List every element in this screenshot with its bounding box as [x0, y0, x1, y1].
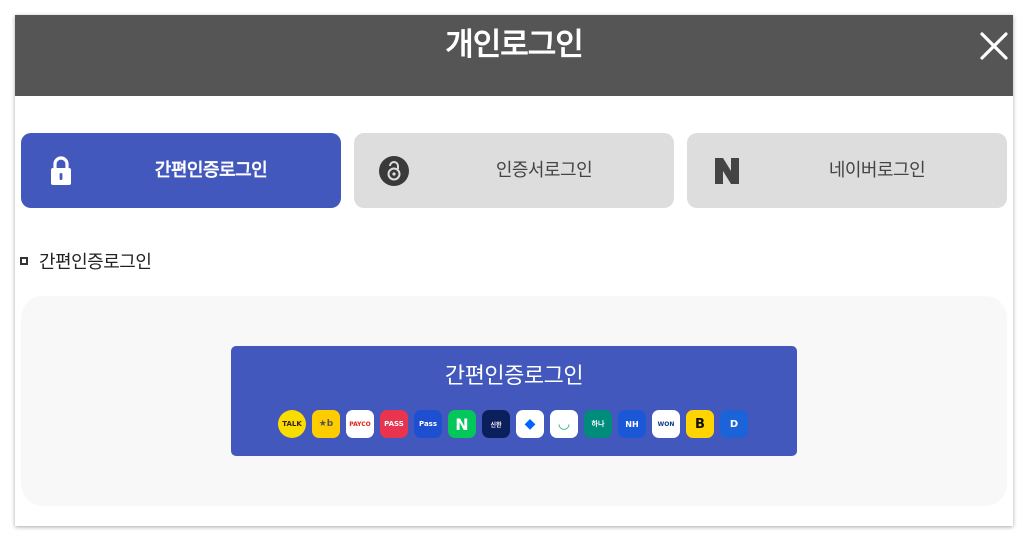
- kakaotalk-icon: TALK: [278, 410, 306, 438]
- login-method-tabs: 간편인증로그인 인증서로그인 네이버로그인: [21, 133, 1007, 208]
- section-heading-text: 간편인증로그인: [39, 252, 152, 273]
- section-heading: 간편인증로그인: [20, 250, 152, 276]
- simple-auth-login-button[interactable]: 간편인증로그인 TALK ★b PAYCO PASS Pass N 신한 ◆ ◡…: [231, 346, 797, 456]
- tab-certificate[interactable]: 인증서로그인: [354, 133, 674, 208]
- tab-simple-auth[interactable]: 간편인증로그인: [21, 133, 341, 208]
- toss-icon: ◆: [516, 410, 544, 438]
- tab-certificate-label: 인증서로그인: [495, 160, 593, 181]
- samsung-pass-icon: Pass: [414, 410, 442, 438]
- nh-icon: NH: [618, 410, 646, 438]
- banksalad-b-icon: B: [686, 410, 714, 438]
- modal-title: 개인로그인: [445, 27, 584, 63]
- hana-icon: 하나: [584, 410, 612, 438]
- provider-icons: TALK ★b PAYCO PASS Pass N 신한 ◆ ◡ 하나 NH W…: [278, 410, 758, 440]
- login-modal: 개인로그인 간편인증로그인 인증서로그인 네이버로그인 간편인증로그인 간편인증…: [15, 15, 1013, 526]
- simple-auth-panel: 간편인증로그인 TALK ★b PAYCO PASS Pass N 신한 ◆ ◡…: [21, 296, 1007, 506]
- kb-star-icon: ★b: [312, 410, 340, 438]
- shinhan-icon: 신한: [482, 410, 510, 438]
- payco-icon: PAYCO: [346, 410, 374, 438]
- bullet-icon: [20, 257, 28, 265]
- tab-simple-auth-label: 간편인증로그인: [154, 160, 268, 181]
- close-icon[interactable]: [979, 31, 1009, 61]
- certificate-icon: [378, 154, 410, 188]
- tab-naver[interactable]: 네이버로그인: [687, 133, 1007, 208]
- woori-won-icon: WON: [652, 410, 680, 438]
- naver-icon: [711, 154, 743, 188]
- bank-sal-icon: ◡: [550, 410, 578, 438]
- shield-d-icon: D: [720, 410, 748, 438]
- tab-naver-label: 네이버로그인: [828, 160, 926, 181]
- pass-icon: PASS: [380, 410, 408, 438]
- modal-header: 개인로그인: [15, 15, 1013, 96]
- naver-app-icon: N: [448, 410, 476, 438]
- lock-icon: [45, 154, 77, 188]
- login-button-label: 간편인증로그인: [444, 364, 584, 389]
